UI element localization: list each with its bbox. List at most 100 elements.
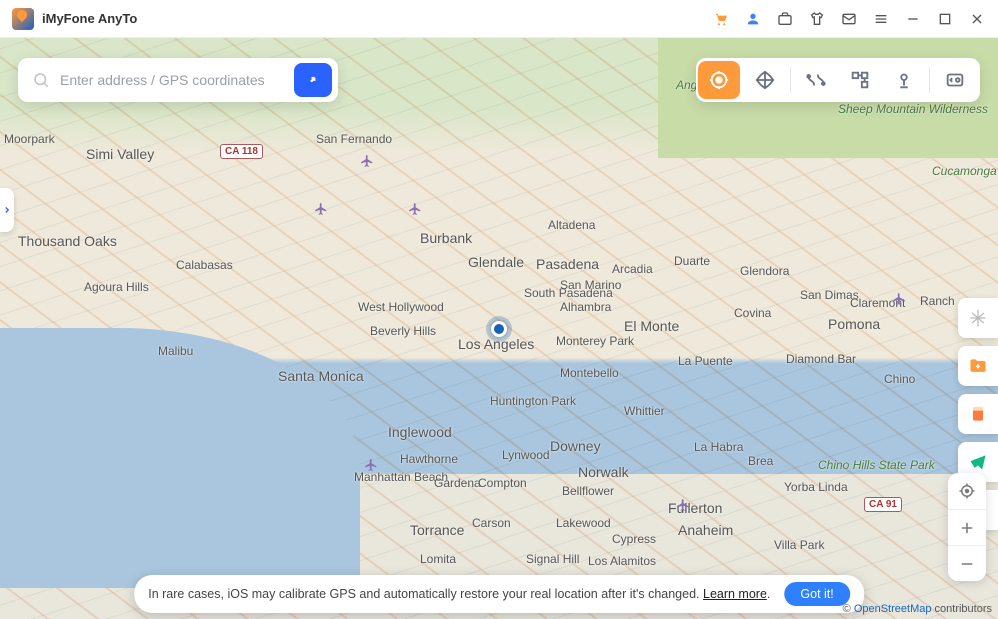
map-label: Downey [550,438,601,454]
mode-separator [790,67,791,93]
map-label: Los Alamitos [588,554,656,568]
zoom-controls [948,473,986,581]
map-label: Santa Monica [278,368,364,384]
mode-recenter-button[interactable] [698,61,740,99]
map-label: Chino Hills State Park [818,458,935,472]
map-label: Yorba Linda [784,480,848,494]
map-label: La Puente [678,354,733,368]
minimize-button[interactable] [904,10,922,28]
recenter-button[interactable] [948,473,986,509]
map-label: Monterey Park [556,334,634,348]
map-label: Inglewood [388,424,452,440]
mode-free-move-button[interactable] [744,61,786,99]
map-label: Altadena [548,218,595,232]
titlebar-right [712,10,986,28]
map-label: Lynwood [502,448,550,462]
map-label: West Hollywood [358,300,444,314]
map-label: Compton [478,476,527,490]
mode-panel [696,58,980,102]
map-label: Agoura Hills [84,280,149,294]
mode-teleport-button[interactable] [883,61,925,99]
zoom-in-button[interactable] [948,509,986,545]
app-title: iMyFone AnyTo [42,11,137,26]
map-label: Lomita [420,552,456,566]
map-label: Torrance [410,522,464,538]
search-go-button[interactable] [294,63,332,97]
card-button[interactable] [958,394,998,434]
airport-icon [408,202,422,216]
map-label: Sheep Mountain Wilderness [838,102,988,116]
airport-icon [892,292,906,306]
toast-text: In rare cases, iOS may calibrate GPS and… [148,587,770,601]
map-label: Arcadia [612,262,653,276]
mail-icon[interactable] [840,10,858,28]
add-folder-button[interactable] [958,346,998,386]
map-label: Simi Valley [86,146,154,162]
zoom-out-button[interactable] [948,545,986,581]
mode-multi-spot-button[interactable] [839,61,881,99]
search-input[interactable] [60,72,294,88]
map-label: Anaheim [678,522,733,538]
cooldown-button[interactable] [958,298,998,338]
osm-link[interactable]: OpenStreetMap [854,603,932,615]
map-label: Brea [748,454,773,468]
map-label: Ranch [920,294,955,308]
map-label: Cucamonga Wilderness [932,164,998,178]
map-label: Norwalk [578,464,629,480]
map-label: La Habra [694,440,743,454]
map-label: Huntington Park [490,394,576,408]
map-label: Montebello [560,366,619,380]
map-attribution: © OpenStreetMap contributors [843,603,992,615]
map-label: Alhambra [560,300,611,314]
app-logo-icon [12,8,34,30]
airport-icon [314,202,328,216]
map-label: Calabasas [176,258,233,272]
map-label: Bellflower [562,484,614,498]
map-label: San Marino [560,278,621,292]
toast-learn-more-link[interactable]: Learn more [703,587,767,601]
mode-two-spot-button[interactable] [795,61,837,99]
mode-import-gpx-button[interactable] [934,61,976,99]
expand-sidebar-handle[interactable] [0,188,14,232]
map-label: Diamond Bar [786,352,856,366]
map-label: Whittier [624,404,665,418]
map-label: Lakewood [556,516,611,530]
toast-gotit-button[interactable]: Got it! [784,582,849,606]
user-icon[interactable] [744,10,762,28]
map-label: Duarte [674,254,710,268]
map-label: Thousand Oaks [18,233,117,249]
calibration-toast: In rare cases, iOS may calibrate GPS and… [134,575,864,613]
map-label: Signal Hill [526,552,579,566]
map-label: El Monte [624,318,679,334]
map-label: Gardena [434,476,481,490]
briefcase-icon[interactable] [776,10,794,28]
map-label: Pomona [828,316,880,332]
map-label: Pasadena [536,256,599,272]
menu-icon[interactable] [872,10,890,28]
maximize-button[interactable] [936,10,954,28]
map-label: Beverly Hills [370,324,436,338]
current-location-dot [486,316,512,342]
search-icon [32,71,50,89]
map-label: Carson [472,516,511,530]
tshirt-icon[interactable] [808,10,826,28]
route-shield: CA 118 [220,144,263,159]
map-label: Glendora [740,264,789,278]
airport-icon [360,154,374,168]
map-label: Burbank [420,230,472,246]
route-shield: CA 91 [864,497,902,512]
map-label: Chino [884,372,915,386]
map-label: San Fernando [316,132,392,146]
titlebar: iMyFone AnyTo [0,0,998,38]
map-canvas[interactable]: Simi Valley Moorpark San Fernando Thousand … [0,38,998,619]
cart-icon[interactable] [712,10,730,28]
map-label: Cypress [612,532,656,546]
airport-icon [364,458,378,472]
map-label: Moorpark [4,132,55,146]
map-label: Malibu [158,344,193,358]
map-label: Hawthorne [400,452,458,466]
mode-separator-2 [929,67,930,93]
close-button[interactable] [968,10,986,28]
search-bar [18,58,338,102]
airport-icon [676,498,690,512]
